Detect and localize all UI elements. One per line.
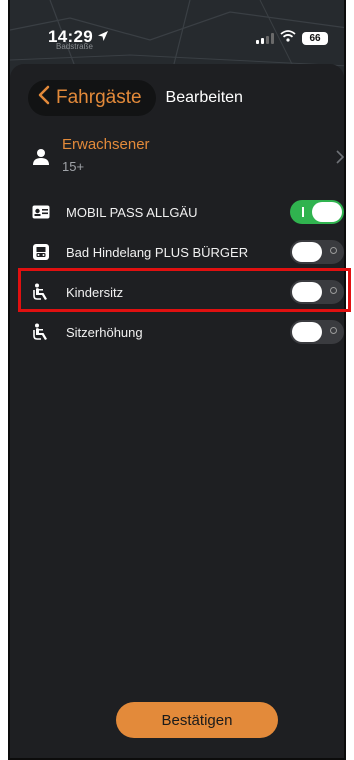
id-card-icon [32,205,56,219]
toggle-bad-hindelang[interactable] [290,240,344,264]
chevron-right-icon [336,150,344,169]
bus-icon [32,243,56,261]
edit-button[interactable]: Bearbeiten [166,89,243,107]
navigation-bar: Fahrgäste Bearbeiten [28,80,243,116]
child-seat-icon [32,323,56,341]
status-bar: 14:29 Badstraße 66 [10,0,344,64]
app-screen: 14:29 Badstraße 66 Fahrgäste Bearbeiten … [8,0,346,760]
passenger-category-row[interactable]: Erwachsener 15+ [28,134,344,184]
option-label: MOBIL PASS ALLGÄU [66,204,198,220]
option-row-mobil-pass: MOBIL PASS ALLGÄU [28,192,344,232]
passenger-category-age: 15+ [62,159,85,174]
battery-indicator: 66 [302,31,328,45]
option-row-bad-hindelang: Bad Hindelang PLUS BÜRGER [28,232,344,272]
back-button[interactable]: Fahrgäste [28,80,156,116]
toggle-knob [292,242,322,262]
highlight-box-kindersitz [18,268,351,312]
person-icon [32,148,50,171]
wifi-icon [280,29,296,47]
toggle-sitzerhoehung[interactable] [290,320,344,344]
toggle-mobil-pass[interactable] [290,200,344,224]
location-arrow-icon [97,27,109,47]
back-button-label: Fahrgäste [56,87,142,108]
confirm-button[interactable]: Bestätigen [116,702,278,738]
toggle-knob [312,202,342,222]
cellular-signal-icon [256,32,274,44]
option-label: Sitzerhöhung [66,324,143,340]
option-row-sitzerhoehung: Sitzerhöhung [28,312,344,352]
passengers-sheet: Fahrgäste Bearbeiten Erwachsener 15+ MOB… [10,64,344,758]
passenger-category-title: Erwachsener [62,136,150,153]
map-street-label: Badstraße [56,42,93,51]
option-label: Bad Hindelang PLUS BÜRGER [66,244,249,260]
toggle-knob [292,322,322,342]
chevron-left-icon [38,85,50,111]
